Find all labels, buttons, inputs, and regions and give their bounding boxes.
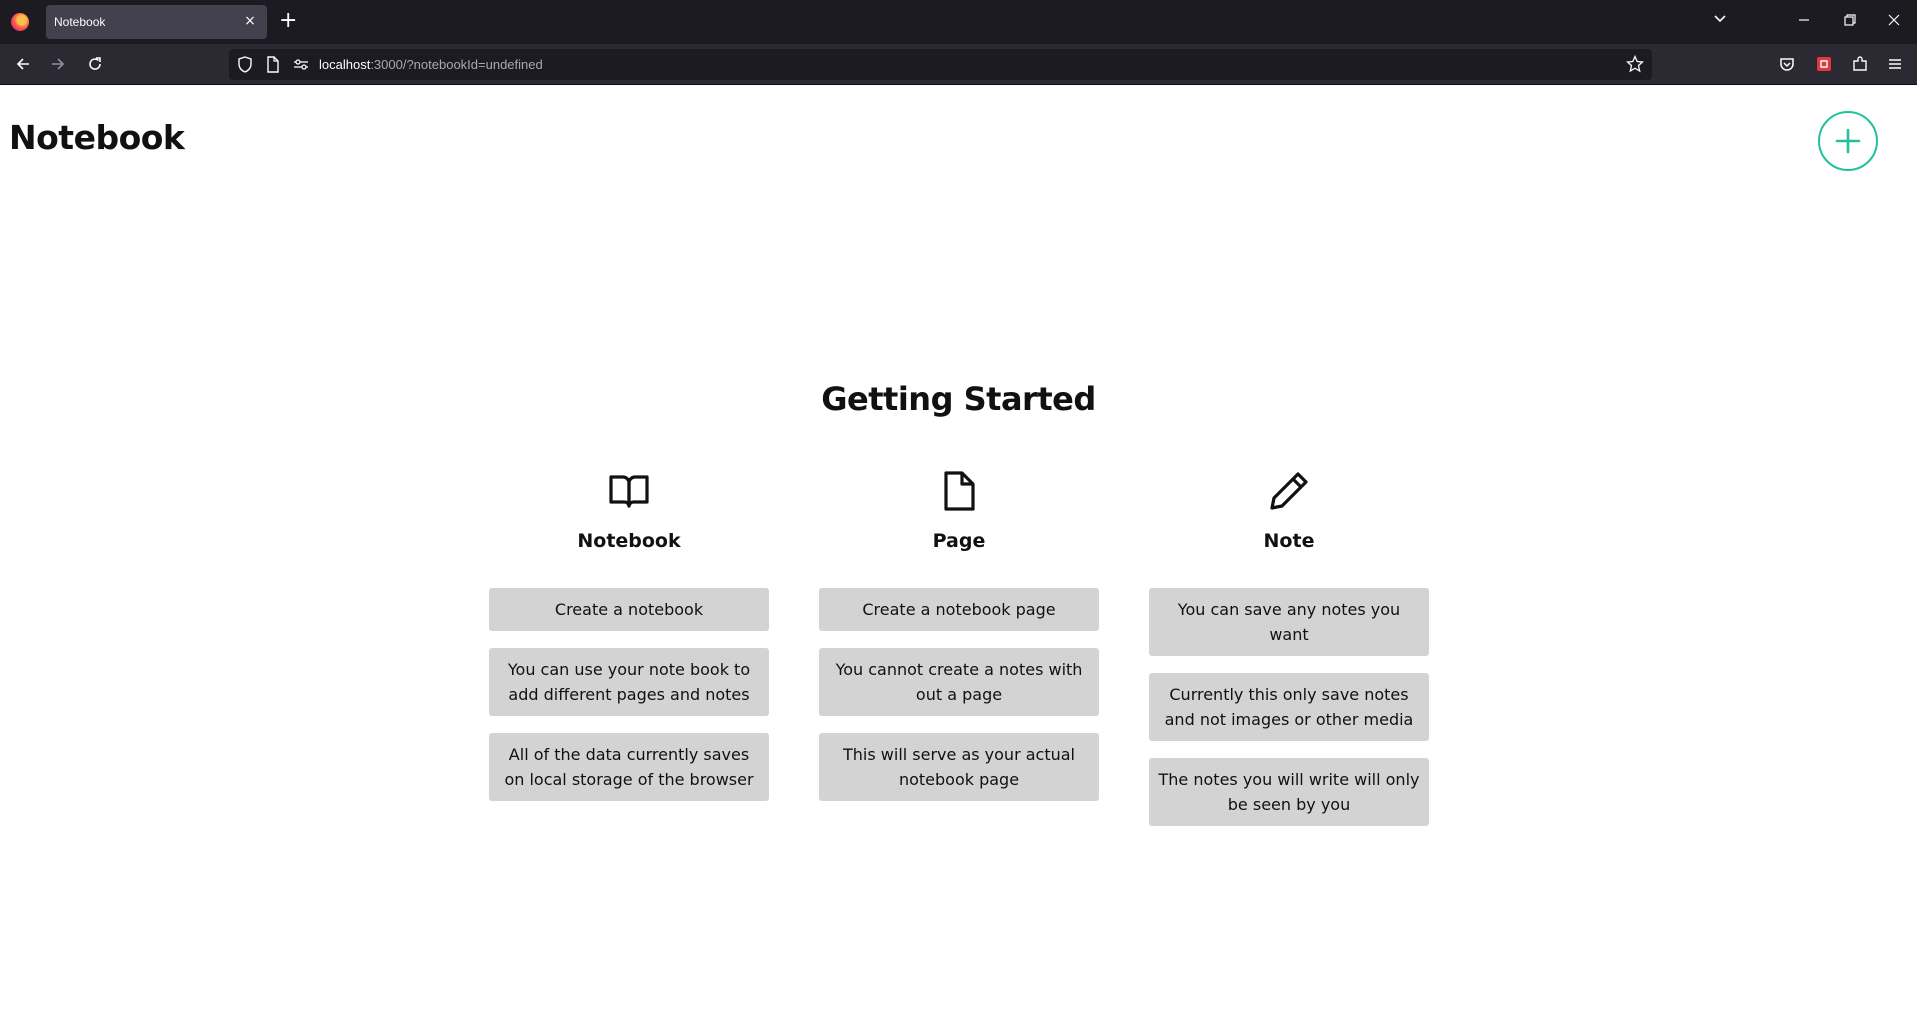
page-column: Page Create a notebook page You cannot c… bbox=[819, 469, 1099, 818]
url-bar[interactable]: localhost:3000/?notebookId=undefined bbox=[229, 49, 1652, 80]
info-card: You can use your note book to add differ… bbox=[489, 648, 769, 716]
browser-nav-bar: localhost:3000/?notebookId=undefined bbox=[0, 44, 1917, 85]
extensions-puzzle-icon[interactable] bbox=[1850, 54, 1870, 74]
file-icon bbox=[944, 471, 975, 511]
note-heading: Note bbox=[1263, 530, 1315, 552]
page-title: Notebook bbox=[9, 118, 185, 157]
tab-title: Notebook bbox=[54, 15, 106, 29]
note-column: Note You can save any notes you want Cur… bbox=[1149, 469, 1429, 843]
shield-icon[interactable] bbox=[237, 56, 253, 73]
info-card: You cannot create a notes with out a pag… bbox=[819, 648, 1099, 716]
notebook-heading: Notebook bbox=[577, 530, 681, 552]
info-card: Create a notebook page bbox=[819, 588, 1099, 631]
permissions-icon[interactable] bbox=[293, 58, 309, 71]
hamburger-menu-icon[interactable] bbox=[1885, 54, 1905, 74]
getting-started-title: Getting Started bbox=[821, 380, 1096, 418]
forward-arrow-icon[interactable] bbox=[48, 54, 68, 74]
plus-icon bbox=[1835, 128, 1861, 154]
info-card: All of the data currently saves on local… bbox=[489, 733, 769, 801]
bookmark-star-icon[interactable] bbox=[1626, 55, 1644, 73]
url-path: :3000/?notebookId=undefined bbox=[370, 57, 543, 72]
notebook-column: Notebook Create a notebook You can use y… bbox=[489, 469, 769, 818]
extension-red-icon[interactable] bbox=[1814, 54, 1834, 74]
info-card: Currently this only save notes and not i… bbox=[1149, 673, 1429, 741]
note-cards: You can save any notes you want Currentl… bbox=[1149, 588, 1429, 826]
page-info-icon[interactable] bbox=[266, 56, 280, 73]
url-text[interactable]: localhost:3000/?notebookId=undefined bbox=[319, 57, 543, 72]
page-cards: Create a notebook page You cannot create… bbox=[819, 588, 1099, 801]
info-card: This will serve as your actual notebook … bbox=[819, 733, 1099, 801]
info-card: Create a notebook bbox=[489, 588, 769, 631]
browser-tab[interactable]: Notebook × bbox=[46, 5, 267, 39]
book-open-icon bbox=[609, 475, 649, 508]
new-tab-icon[interactable]: + bbox=[279, 9, 297, 33]
reload-icon[interactable] bbox=[85, 54, 105, 74]
page-heading: Page bbox=[932, 530, 986, 552]
url-host: localhost bbox=[319, 57, 371, 72]
pocket-icon[interactable] bbox=[1777, 54, 1797, 74]
pencil-icon bbox=[1270, 472, 1308, 510]
notebook-cards: Create a notebook You can use your note … bbox=[489, 588, 769, 801]
firefox-logo-icon bbox=[11, 13, 29, 31]
info-card: You can save any notes you want bbox=[1149, 588, 1429, 656]
minimize-icon[interactable] bbox=[1794, 10, 1814, 30]
browser-tab-strip: Notebook × + bbox=[0, 0, 1917, 44]
add-button[interactable] bbox=[1818, 111, 1878, 171]
close-window-icon[interactable] bbox=[1884, 10, 1904, 30]
chevron-down-icon[interactable] bbox=[1712, 10, 1728, 26]
info-card: The notes you will write will only be se… bbox=[1149, 758, 1429, 826]
tab-close-icon[interactable]: × bbox=[242, 13, 258, 29]
page-content: Notebook Getting Started Notebook Create… bbox=[0, 86, 1917, 1032]
restore-icon[interactable] bbox=[1840, 10, 1860, 30]
back-arrow-icon[interactable] bbox=[13, 54, 33, 74]
